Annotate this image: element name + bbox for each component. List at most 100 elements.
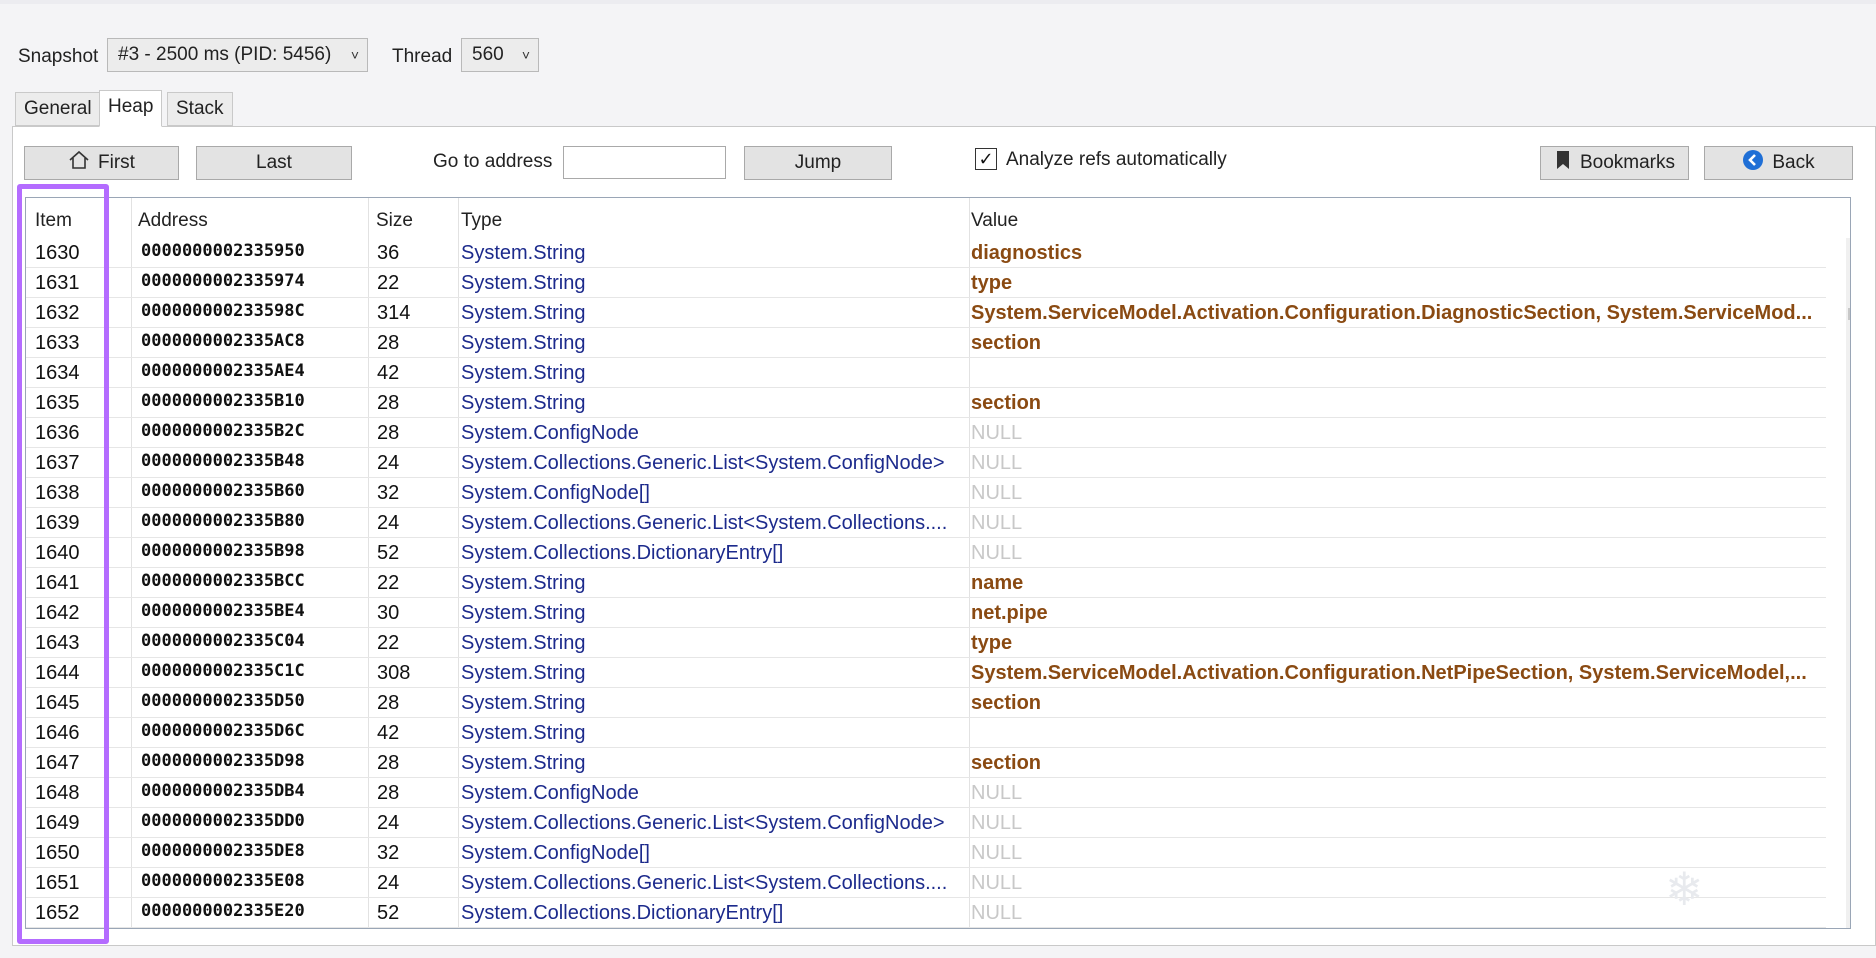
thread-select[interactable]: 560 ˅ <box>461 38 539 72</box>
table-row[interactable]: 1636 0000000002335B2C 28 System.ConfigNode N… <box>26 418 1826 448</box>
scroll-down-icon[interactable]: ˅ <box>1846 904 1850 928</box>
back-button[interactable]: Back <box>1704 146 1853 180</box>
table-row[interactable]: 1642 0000000002335BE4 30 System.String net.p… <box>26 598 1826 628</box>
cell-size: 28 <box>377 692 400 714</box>
table-row[interactable]: 1652 0000000002335E20 52 System.Collections… <box>26 898 1826 928</box>
cell-size: 22 <box>377 632 400 654</box>
cell-value: NULL <box>971 782 1023 804</box>
cell-size: 308 <box>377 662 411 684</box>
table-row[interactable]: 1646 0000000002335D6C 42 System.String <box>26 718 1826 748</box>
cell-type: System.String <box>461 602 586 624</box>
scroll-up-icon[interactable]: ˄ <box>1846 238 1850 262</box>
goto-address-input[interactable] <box>563 146 726 179</box>
cell-value: section <box>971 752 1042 774</box>
table-row[interactable]: 1647 0000000002335D98 28 System.String secti… <box>26 748 1826 778</box>
jump-button[interactable]: Jump <box>744 146 892 180</box>
cell-size: 30 <box>377 602 400 624</box>
column-header-type[interactable]: Type <box>461 210 502 232</box>
cell-address: 0000000002335B48 <box>141 451 305 471</box>
cell-size: 28 <box>377 752 400 774</box>
cell-size: 314 <box>377 302 411 324</box>
cell-address: 0000000002335BCC <box>141 571 305 591</box>
table-row[interactable]: 1635 0000000002335B10 28 System.String secti… <box>26 388 1826 418</box>
snapshot-value: #3 - 2500 ms (PID: 5456) <box>118 44 332 65</box>
cell-size: 22 <box>377 572 400 594</box>
cell-value: type <box>971 272 1013 294</box>
table-row[interactable]: 1637 0000000002335B48 24 System.Collections… <box>26 448 1826 478</box>
table-row[interactable]: 1634 0000000002335AE4 42 System.String <box>26 358 1826 388</box>
cell-size: 28 <box>377 392 400 414</box>
window-top-edge <box>0 0 1876 4</box>
cell-address: 0000000002335D50 <box>141 691 305 711</box>
cell-address: 0000000002335C04 <box>141 631 305 651</box>
cell-size: 42 <box>377 362 400 384</box>
cell-address: 0000000002335DB4 <box>141 781 305 801</box>
table-row[interactable]: 1643 0000000002335C04 22 System.String type <box>26 628 1826 658</box>
column-header-address[interactable]: Address <box>138 210 208 232</box>
jump-button-label: Jump <box>794 152 842 173</box>
cell-size: 52 <box>377 542 400 564</box>
table-row[interactable]: 1632 000000000233598C 314 System.String Syst… <box>26 298 1826 328</box>
cell-address: 0000000002335D98 <box>141 751 305 771</box>
last-button-label: Last <box>256 152 292 173</box>
cell-type: System.ConfigNode[] <box>461 482 650 504</box>
table-row[interactable]: 1630 0000000002335950 36 System.String diagn… <box>26 238 1826 268</box>
cell-type: System.String <box>461 572 586 594</box>
table-row[interactable]: 1648 0000000002335DB4 28 System.ConfigNode N… <box>26 778 1826 808</box>
table-row[interactable]: 1645 0000000002335D50 28 System.String secti… <box>26 688 1826 718</box>
table-row[interactable]: 1631 0000000002335974 22 System.String type <box>26 268 1826 298</box>
snapshot-select[interactable]: #3 - 2500 ms (PID: 5456) ˅ <box>107 38 368 72</box>
chevron-down-icon: ˅ <box>350 47 359 63</box>
cell-type: System.String <box>461 392 586 414</box>
item-column-highlight <box>17 184 109 944</box>
column-header-value[interactable]: Value <box>971 210 1018 232</box>
analyze-refs-checkbox[interactable]: ✓ <box>975 148 997 170</box>
cell-value: NULL <box>971 512 1023 534</box>
cell-value: System.ServiceModel.Activation.Configura… <box>971 662 1807 684</box>
cell-value: name <box>971 572 1024 594</box>
tab-heap[interactable]: Heap <box>99 90 163 127</box>
table-row[interactable]: 1639 0000000002335B80 24 System.Collections… <box>26 508 1826 538</box>
goto-address-label: Go to address <box>433 151 553 172</box>
bookmarks-button-label: Bookmarks <box>1579 152 1676 173</box>
table-row[interactable]: 1644 0000000002335C1C 308 System.String Syst… <box>26 658 1826 688</box>
cell-address: 0000000002335974 <box>141 271 305 291</box>
bookmarks-button[interactable]: Bookmarks <box>1540 146 1689 180</box>
cell-size: 32 <box>377 842 400 864</box>
cell-address: 0000000002335BE4 <box>141 601 305 621</box>
table-row[interactable]: 1638 0000000002335B60 32 System.ConfigNode[… <box>26 478 1826 508</box>
cell-size: 24 <box>377 812 400 834</box>
cell-address: 0000000002335DE8 <box>141 841 305 861</box>
column-header-size[interactable]: Size <box>376 210 413 232</box>
thread-label: Thread <box>392 46 453 67</box>
cell-value: NULL <box>971 422 1023 444</box>
cell-address: 0000000002335E20 <box>141 901 305 921</box>
vertical-scrollbar[interactable]: ˄ ˅ <box>1846 238 1850 928</box>
cell-address: 0000000002335B98 <box>141 541 305 561</box>
cell-size: 28 <box>377 332 400 354</box>
scrollbar-thumb[interactable] <box>1848 308 1850 320</box>
cell-type: System.String <box>461 692 586 714</box>
heap-grid[interactable]: Item Address Size Type Value 1630 0000000… <box>25 197 1851 929</box>
cell-type: System.ConfigNode <box>461 422 639 444</box>
cell-type: System.String <box>461 752 586 774</box>
cell-address: 0000000002335DD0 <box>141 811 305 831</box>
table-row[interactable]: 1633 0000000002335AC8 28 System.String secti… <box>26 328 1826 358</box>
table-row[interactable]: 1650 0000000002335DE8 32 System.ConfigNode[… <box>26 838 1826 868</box>
cell-address: 0000000002335B10 <box>141 391 305 411</box>
cell-address: 0000000002335950 <box>141 241 305 261</box>
first-button[interactable]: First <box>24 146 179 180</box>
cell-value: type <box>971 632 1013 654</box>
tab-stack[interactable]: Stack <box>167 92 233 126</box>
table-row[interactable]: 1651 0000000002335E08 24 System.Collections… <box>26 868 1826 898</box>
last-button[interactable]: Last <box>196 146 352 180</box>
table-row[interactable]: 1641 0000000002335BCC 22 System.String name <box>26 568 1826 598</box>
table-row[interactable]: 1649 0000000002335DD0 24 System.Collections… <box>26 808 1826 838</box>
cell-size: 42 <box>377 722 400 744</box>
cell-type: System.Collections.Generic.List<System.C… <box>461 452 945 474</box>
cell-type: System.String <box>461 302 586 324</box>
watermark-logo: ❄ <box>1665 863 1706 915</box>
table-row[interactable]: 1640 0000000002335B98 52 System.Collections… <box>26 538 1826 568</box>
tab-general[interactable]: General <box>15 92 101 126</box>
cell-address: 000000000233598C <box>141 301 305 321</box>
